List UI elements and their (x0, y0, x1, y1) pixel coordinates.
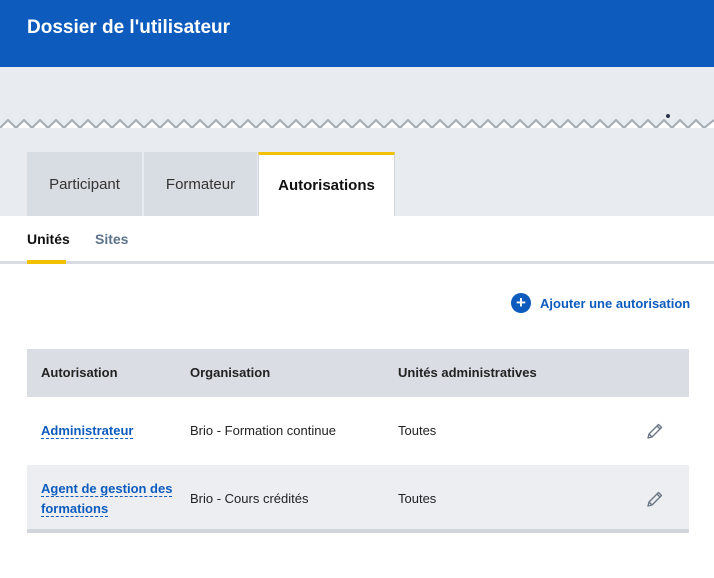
unites-cell: Toutes (398, 423, 437, 438)
authorization-link-line1: Agent de gestion des (41, 481, 173, 496)
plus-circle-icon: + (511, 293, 531, 313)
column-header-unites: Unités administratives (398, 365, 537, 380)
organisation-cell: Brio - Cours crédités (190, 491, 309, 506)
tab-participant[interactable]: Participant (27, 152, 142, 216)
unites-cell: Toutes (398, 491, 437, 506)
table-row: Administrateur Brio - Formation continue… (27, 397, 689, 465)
page-header: Dossier de l'utilisateur (0, 0, 714, 67)
organisation-cell: Brio - Formation continue (190, 423, 336, 438)
table-header: Autorisation Organisation Unités adminis… (27, 349, 689, 397)
add-authorization-label: Ajouter une autorisation (540, 295, 691, 311)
subtab-sites[interactable]: Sites (95, 231, 128, 247)
authorization-link-line2: formations (41, 501, 109, 516)
subtab-bar: Unités Sites (0, 216, 714, 264)
zigzag-divider (0, 118, 714, 134)
decorative-dot (666, 114, 670, 118)
authorizations-table: Autorisation Organisation Unités adminis… (27, 349, 689, 533)
authorization-link[interactable]: Agent de gestion des formations (41, 481, 173, 517)
table-row: Agent de gestion des formations Brio - C… (27, 465, 689, 533)
authorization-link[interactable]: Administrateur (41, 423, 134, 439)
page-title: Dossier de l'utilisateur (27, 17, 231, 38)
column-header-organisation: Organisation (190, 365, 271, 380)
column-header-autorisation: Autorisation (41, 365, 118, 380)
add-authorization-button[interactable]: + Ajouter une autorisation (511, 293, 690, 313)
subtab-unites[interactable]: Unités (27, 231, 70, 247)
pencil-icon[interactable] (645, 421, 665, 441)
pencil-icon[interactable] (645, 489, 665, 509)
active-subtab-indicator (27, 260, 66, 264)
tab-formateur[interactable]: Formateur (144, 152, 257, 216)
tab-autorisations[interactable]: Autorisations (258, 152, 395, 216)
